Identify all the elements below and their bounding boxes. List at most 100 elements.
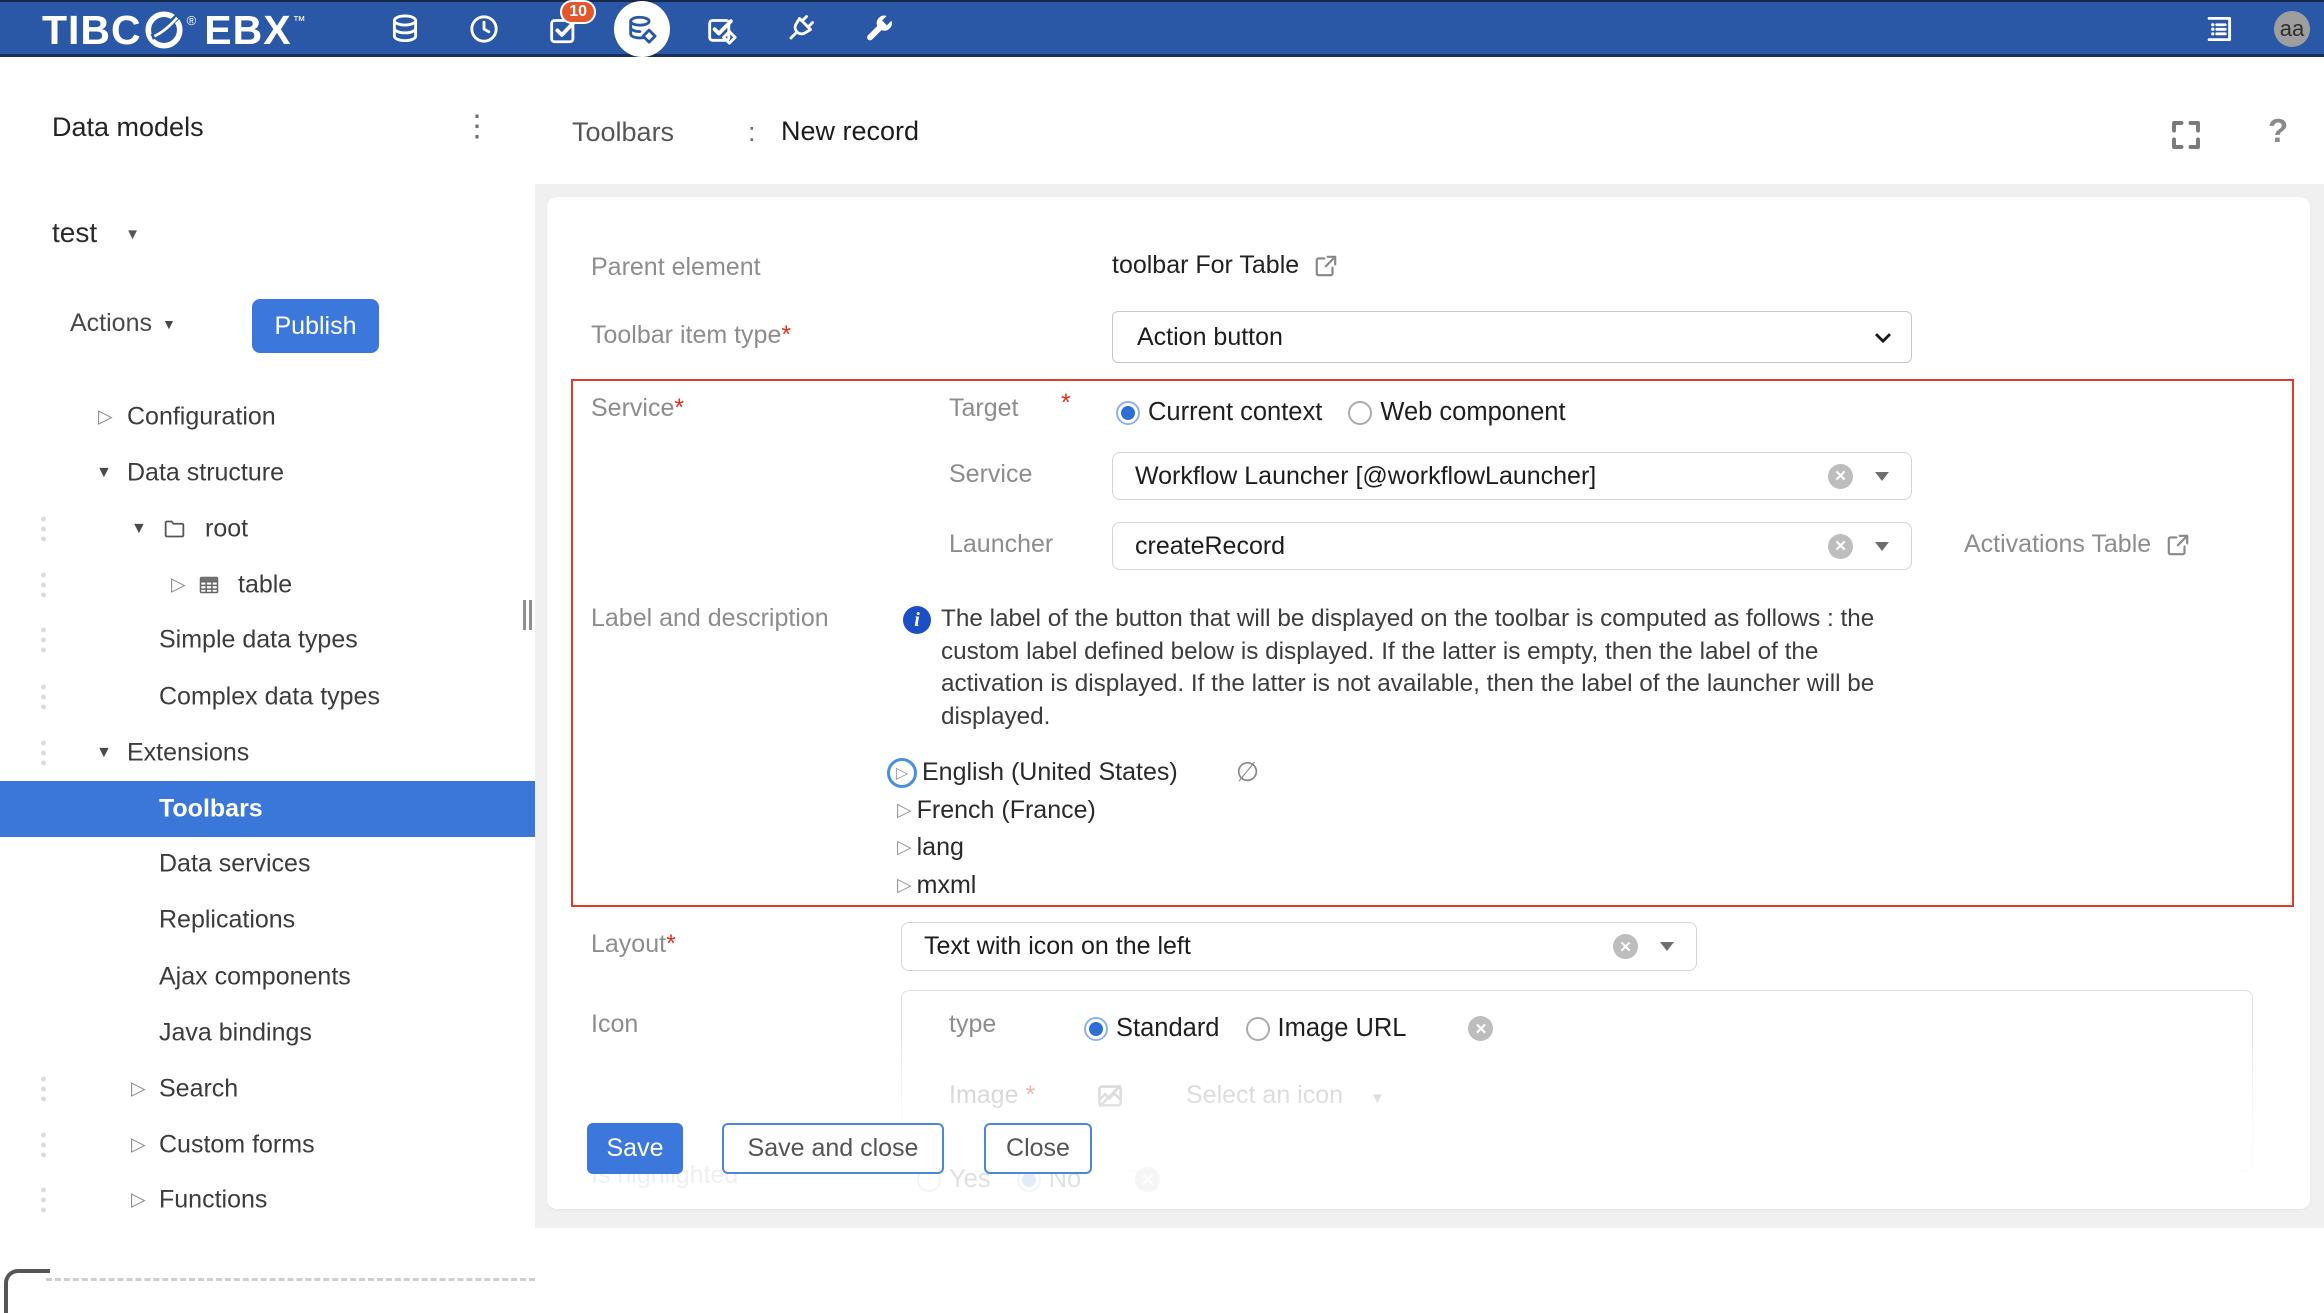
item-type-select[interactable]: Action button [1112, 311, 1912, 363]
service-label: Service [949, 460, 1032, 489]
radio-label-web-component[interactable]: Web component [1380, 398, 1565, 427]
clear-icon[interactable]: ✕ [1613, 934, 1638, 959]
tree-item-custom-forms[interactable]: ▷Custom forms [0, 1117, 535, 1173]
locale-row-english-united-states[interactable]: ▷English (United States)∅ [895, 757, 1259, 788]
clear-icon[interactable]: ✕ [1135, 1167, 1160, 1192]
expand-arrow-icon[interactable]: ▷ [131, 1189, 146, 1212]
sidebar-kebab-menu-icon[interactable]: ⋮ [462, 109, 492, 144]
locale-label: French (France) [917, 796, 1096, 825]
collapse-arrow-icon[interactable]: ▼ [131, 520, 147, 538]
expand-arrow-icon[interactable]: ▷ [897, 874, 912, 897]
drag-handle-icon[interactable] [41, 1188, 46, 1213]
label-description-info-text: The label of the button that will be dis… [941, 603, 1919, 733]
logo-text: TIBC [42, 7, 142, 54]
expand-arrow-icon[interactable]: ▷ [897, 799, 912, 822]
tree-item-configuration[interactable]: ▷Configuration [0, 389, 535, 445]
fullscreen-icon[interactable] [2168, 117, 2204, 153]
tree-item-data-structure[interactable]: ▼Data structure [0, 445, 535, 501]
tree-item-data-services[interactable]: Data services [0, 836, 535, 892]
tasks-icon[interactable]: 10 [546, 12, 580, 46]
info-icon: i [903, 606, 931, 634]
save-and-close-button[interactable]: Save and close [722, 1123, 944, 1174]
actions-label: Actions [70, 309, 152, 337]
radio-web-component[interactable] [1348, 401, 1372, 425]
collapse-arrow-icon[interactable]: ▼ [96, 464, 112, 482]
clear-icon[interactable]: ✕ [1828, 464, 1853, 489]
drag-handle-icon[interactable] [41, 741, 46, 766]
tree-item-table[interactable]: ▷table [0, 557, 535, 613]
radio-label-current-context[interactable]: Current context [1148, 398, 1322, 427]
tree-item-simple-data-types[interactable]: Simple data types [0, 612, 535, 668]
tree-item-replications[interactable]: Replications [0, 892, 535, 948]
launcher-label: Launcher [949, 530, 1053, 559]
launcher-value: createRecord [1135, 532, 1828, 561]
parent-element-label: Parent element [591, 253, 761, 282]
tree-item-java-bindings[interactable]: Java bindings [0, 1005, 535, 1061]
locale-row-lang[interactable]: ▷lang [895, 833, 964, 862]
datasets-icon[interactable] [388, 12, 422, 46]
publish-button[interactable]: Publish [252, 299, 379, 353]
select-icon-dropdown[interactable]: Select an icon ▼ [1186, 1081, 1385, 1110]
clear-icon[interactable]: ✕ [1828, 534, 1853, 559]
administration-icon[interactable] [862, 12, 896, 46]
actions-menu[interactable]: Actions▼ [70, 309, 176, 338]
drag-handle-icon[interactable] [41, 573, 46, 598]
combobox-caret-icon[interactable] [1660, 942, 1674, 951]
activations-table-text: Activations Table [1964, 530, 2151, 559]
focused-expand-icon[interactable]: ▷ [887, 758, 917, 788]
launcher-combobox[interactable]: createRecord ✕ [1112, 522, 1912, 570]
radio-label-image-url[interactable]: Image URL [1278, 1014, 1407, 1043]
radio-label-standard[interactable]: Standard [1116, 1014, 1220, 1043]
layout-combobox[interactable]: Text with icon on the left ✕ [901, 922, 1697, 971]
external-link-icon[interactable] [1313, 253, 1339, 279]
locale-row-french-france[interactable]: ▷French (France) [895, 796, 1096, 825]
item-type-label: Toolbar item type* [591, 321, 791, 350]
radio-standard[interactable] [1084, 1017, 1108, 1041]
save-button[interactable]: Save [587, 1123, 683, 1174]
expand-arrow-icon[interactable]: ▷ [131, 1078, 146, 1101]
radio-image-url[interactable] [1246, 1017, 1270, 1041]
user-avatar[interactable]: aa [2274, 11, 2310, 47]
clear-icon[interactable]: ✕ [1468, 1016, 1493, 1041]
target-required-asterisk: * [1061, 389, 1071, 418]
tree-item-search[interactable]: ▷Search [0, 1061, 535, 1117]
drag-handle-icon[interactable] [41, 517, 46, 542]
service-combobox[interactable]: Workflow Launcher [@workflowLauncher] ✕ [1112, 452, 1912, 500]
external-link-icon [2165, 532, 2191, 558]
expand-arrow-icon[interactable]: ▷ [897, 836, 912, 859]
close-button[interactable]: Close [984, 1123, 1092, 1174]
data-models-icon[interactable] [614, 1, 670, 57]
drag-handle-icon[interactable] [41, 1077, 46, 1102]
icon-type-radio-group: Standard Image URL ✕ [1084, 1014, 1493, 1043]
expand-arrow-icon[interactable]: ▷ [131, 1134, 146, 1157]
tree-item-complex-data-types[interactable]: Complex data types [0, 669, 535, 725]
activations-table-link[interactable]: Activations Table [1964, 530, 2191, 559]
session-log-icon[interactable] [2202, 12, 2236, 46]
radio-current-context[interactable] [1116, 401, 1140, 425]
locale-row-mxml[interactable]: ▷mxml [895, 871, 976, 900]
expand-arrow-icon[interactable]: ▷ [98, 406, 113, 429]
expand-arrow-icon[interactable]: ▷ [171, 574, 186, 597]
validation-icon[interactable] [704, 12, 738, 46]
dataset-selector[interactable]: test▼ [52, 217, 140, 249]
tree-item-extensions[interactable]: ▼Extensions [0, 725, 535, 781]
service-group-label: Service* [591, 394, 684, 423]
sidebar: Data models ⋮ test▼ Actions▼ Publish ▷Co… [0, 57, 535, 1228]
integration-icon[interactable] [783, 12, 817, 46]
tree-item-functions[interactable]: ▷Functions [0, 1172, 535, 1228]
tree-item-toolbars[interactable]: Toolbars [0, 781, 535, 837]
tree-item-root[interactable]: ▼root [0, 501, 535, 557]
help-icon[interactable]: ? [2268, 112, 2288, 150]
history-icon[interactable] [467, 12, 501, 46]
sidebar-splitter-handle[interactable] [521, 600, 533, 630]
collapse-arrow-icon[interactable]: ▼ [96, 744, 112, 762]
drag-handle-icon[interactable] [41, 628, 46, 653]
combobox-caret-icon[interactable] [1875, 472, 1889, 481]
drag-handle-icon[interactable] [41, 1133, 46, 1158]
combobox-caret-icon[interactable] [1875, 542, 1889, 551]
drag-handle-icon[interactable] [41, 685, 46, 710]
tree-item-label: Simple data types [159, 626, 358, 655]
tree-item-ajax-components[interactable]: Ajax components [0, 949, 535, 1005]
empty-set-icon: ∅ [1236, 757, 1260, 788]
breadcrumb-table[interactable]: Toolbars [572, 117, 674, 148]
